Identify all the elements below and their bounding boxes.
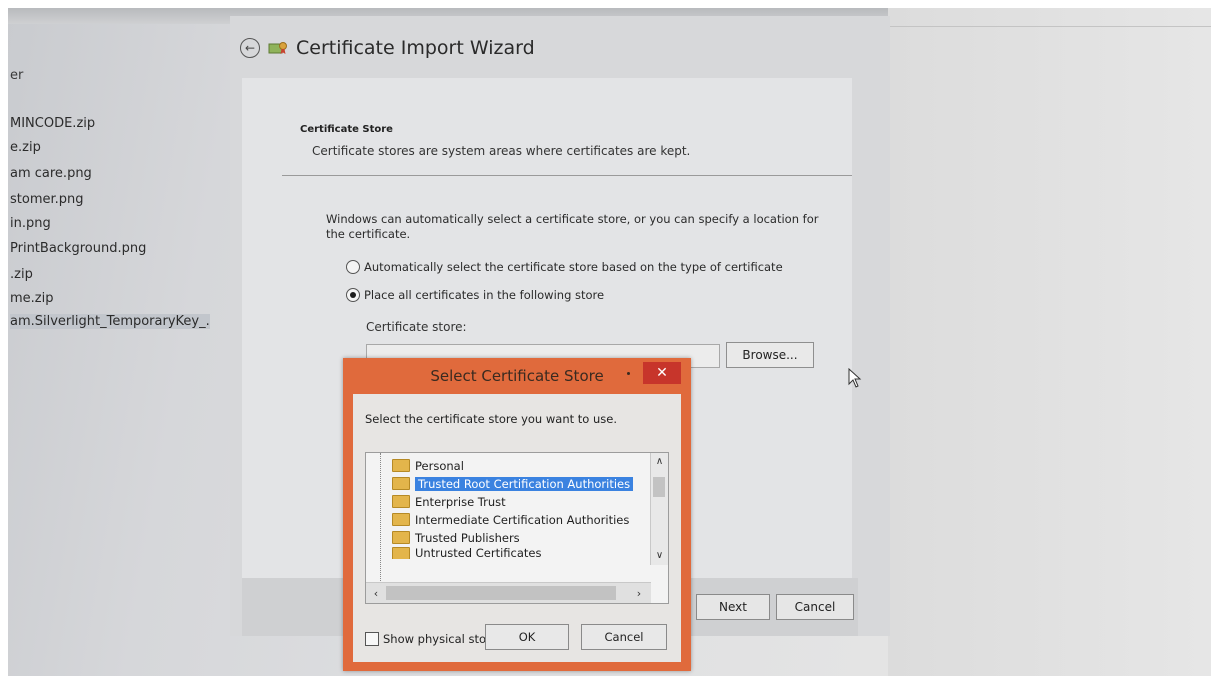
radio-place-label: Place all certificates in the following … (364, 288, 605, 302)
folder-icon (392, 531, 410, 544)
file-item[interactable]: in.png (10, 216, 210, 231)
browse-button[interactable]: Browse... (726, 342, 814, 368)
scroll-down-icon[interactable]: ∨ (651, 547, 668, 563)
certificate-icon (268, 39, 288, 57)
divider (888, 26, 1211, 27)
file-item[interactable]: stomer.png (10, 192, 210, 207)
mouse-cursor-icon (848, 367, 862, 392)
file-item[interactable]: me.zip (10, 291, 210, 306)
radio-auto-label: Automatically select the certificate sto… (364, 260, 783, 274)
next-button[interactable]: Next (696, 594, 770, 620)
section-title: Certificate Store (300, 124, 393, 135)
tree-item-enterprise-trust[interactable]: Enterprise Trust (392, 493, 506, 510)
tree-connector (380, 453, 381, 581)
scroll-thumb[interactable] (653, 477, 665, 497)
scroll-up-icon[interactable]: ∧ (651, 453, 668, 469)
file-item[interactable]: .zip (10, 267, 210, 282)
checkbox[interactable] (365, 632, 379, 646)
file-explorer-list: er MINCODE.zip e.zip am care.png stomer.… (8, 36, 233, 676)
radio-place-all[interactable]: Place all certificates in the following … (346, 288, 604, 302)
show-physical-stores-option[interactable]: Show physical stores (365, 632, 504, 646)
radio-button-selected[interactable] (346, 288, 360, 302)
folder-icon (392, 495, 410, 508)
file-item-selected[interactable]: am.Silverlight_TemporaryKey_... (10, 314, 210, 329)
certificate-store-label: Certificate store: (366, 320, 467, 334)
background-window-right (888, 8, 1211, 676)
scroll-left-icon[interactable]: ‹ (368, 585, 384, 601)
close-button[interactable]: ✕ (643, 362, 681, 384)
radio-auto-select[interactable]: Automatically select the certificate sto… (346, 260, 783, 274)
wizard-cancel-button[interactable]: Cancel (776, 594, 854, 620)
tree-item-trusted-publishers[interactable]: Trusted Publishers (392, 529, 520, 546)
back-arrow-icon[interactable]: ← (240, 38, 260, 58)
folder-icon (392, 477, 410, 490)
title-dot-icon (627, 372, 630, 375)
scroll-right-icon[interactable]: › (631, 585, 647, 601)
folder-icon (392, 459, 410, 472)
dialog-title: Select Certificate Store (430, 367, 604, 385)
file-item[interactable]: e.zip (10, 140, 210, 155)
dialog-prompt: Select the certificate store you want to… (365, 412, 617, 426)
horizontal-scrollbar[interactable]: ‹ › (366, 582, 651, 603)
file-item[interactable]: MINCODE.zip (10, 116, 210, 131)
h-scroll-thumb[interactable] (386, 586, 616, 600)
folder-icon (392, 547, 410, 559)
dialog-cancel-button[interactable]: Cancel (581, 624, 667, 650)
dialog-body: Select the certificate store you want to… (353, 394, 681, 662)
tree-item-untrusted[interactable]: Untrusted Certificates (392, 547, 542, 559)
tree-item-label: Enterprise Trust (415, 494, 506, 509)
folder-icon (392, 513, 410, 526)
radio-button[interactable] (346, 260, 360, 274)
vertical-scrollbar[interactable]: ∧ ∨ (650, 453, 668, 565)
tree-item-label: Trusted Root Certification Authorities (415, 476, 634, 491)
tree-item-trusted-root[interactable]: Trusted Root Certification Authorities (392, 475, 634, 492)
select-certificate-store-dialog: Select Certificate Store ✕ Select the ce… (343, 358, 691, 671)
tree-item-personal[interactable]: Personal (392, 457, 464, 474)
certificate-store-tree[interactable]: Personal Trusted Root Certification Auth… (365, 452, 669, 604)
explorer-header: er (10, 68, 24, 83)
ok-button[interactable]: OK (485, 624, 569, 650)
wizard-title: Certificate Import Wizard (296, 37, 535, 59)
tree-item-intermediate[interactable]: Intermediate Certification Authorities (392, 511, 629, 528)
section-description: Certificate stores are system areas wher… (312, 144, 691, 158)
tree-item-label: Intermediate Certification Authorities (415, 512, 630, 527)
file-item[interactable]: PrintBackground.png (10, 241, 210, 256)
tree-item-label: Trusted Publishers (415, 530, 520, 545)
intro-text: Windows can automatically select a certi… (326, 212, 819, 241)
wizard-title-bar: ← Certificate Import Wizard (240, 34, 535, 62)
tree-item-label: Untrusted Certificates (415, 547, 542, 559)
section-divider (282, 175, 852, 176)
tree-item-label: Personal (415, 458, 464, 473)
file-item[interactable]: am care.png (10, 166, 210, 181)
